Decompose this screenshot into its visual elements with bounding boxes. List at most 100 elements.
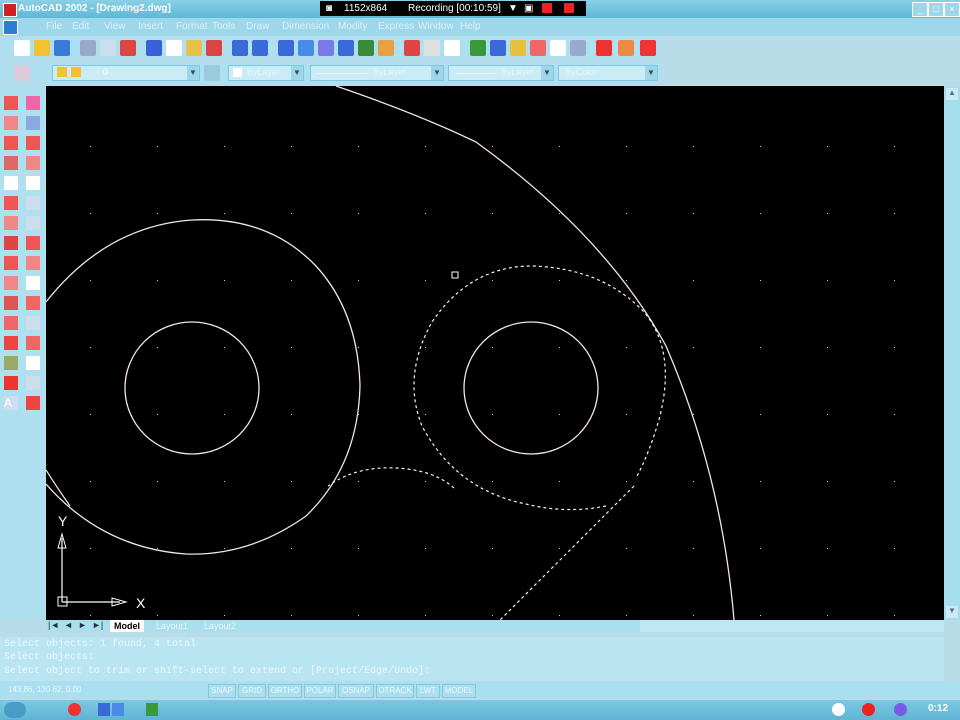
polar-toggle[interactable]: POLAR — [304, 684, 336, 698]
otrack-toggle[interactable]: OTRACK — [376, 684, 414, 698]
selected-connecting-arc[interactable] — [327, 467, 455, 489]
quicklaunch-ie-icon[interactable] — [98, 703, 110, 716]
tray-record-icon[interactable] — [862, 703, 875, 716]
open-icon[interactable] — [34, 40, 50, 56]
rectangle-icon[interactable] — [4, 196, 18, 210]
command-prompt[interactable]: Select object to trim or shift-select to… — [4, 666, 430, 677]
point-icon[interactable] — [4, 316, 18, 330]
make-block-icon[interactable] — [4, 296, 18, 310]
close-button[interactable]: × — [944, 2, 960, 17]
paste-icon[interactable] — [186, 40, 202, 56]
stop-icon[interactable] — [542, 3, 552, 13]
express-tools-icon[interactable] — [618, 40, 634, 56]
snap-toggle[interactable]: SNAP — [208, 684, 236, 698]
layer-combo[interactable]: 0 ▼ — [52, 65, 200, 81]
model-toggle[interactable]: MODEL — [442, 684, 476, 698]
command-line[interactable]: Select objects: 1 found, 4 total Select … — [0, 637, 944, 681]
menu-format[interactable]: Format — [176, 21, 208, 32]
maximize-button[interactable]: □ — [928, 2, 944, 17]
document-icon[interactable] — [3, 20, 18, 35]
offset-icon[interactable] — [26, 156, 40, 170]
zoom-window-icon[interactable] — [424, 40, 440, 56]
close-recorder-icon[interactable] — [564, 3, 574, 13]
menu-help[interactable]: Help — [460, 21, 481, 32]
snapshot-icon[interactable]: ▣ — [524, 3, 533, 14]
menu-view[interactable]: View — [104, 21, 126, 32]
quicklaunch-app-icon[interactable] — [146, 703, 158, 716]
tab-first-icon[interactable]: |◄ — [48, 620, 59, 630]
selected-tangent-line[interactable] — [499, 485, 635, 620]
region-icon[interactable] — [4, 356, 18, 370]
help-icon[interactable] — [596, 40, 612, 56]
publish-icon[interactable] — [120, 40, 136, 56]
print-icon[interactable] — [80, 40, 96, 56]
hatch-icon[interactable] — [4, 336, 18, 350]
ucs-icon[interactable] — [318, 40, 334, 56]
preview-icon[interactable] — [100, 40, 116, 56]
linetype-combo[interactable]: ByLayer ▼ — [310, 65, 444, 81]
mirror-icon[interactable] — [26, 136, 40, 150]
grid-toggle[interactable]: GRID — [238, 684, 266, 698]
design-center-icon[interactable] — [490, 40, 506, 56]
ellipse-icon[interactable] — [4, 256, 18, 270]
scale-icon[interactable] — [26, 236, 40, 250]
quicklaunch-icon[interactable] — [68, 703, 81, 716]
move-icon[interactable] — [26, 196, 40, 210]
redo-icon[interactable] — [252, 40, 268, 56]
scroll-down-icon[interactable]: ▼ — [946, 606, 958, 618]
break-icon[interactable] — [26, 316, 40, 330]
circle-icon[interactable] — [4, 176, 18, 190]
erase-icon[interactable] — [26, 96, 40, 110]
layer-manager-icon[interactable] — [14, 65, 30, 81]
properties-icon[interactable] — [470, 40, 486, 56]
spline-icon[interactable] — [4, 236, 18, 250]
menu-draw[interactable]: Draw — [246, 21, 269, 32]
menu-window[interactable]: Window — [418, 21, 454, 32]
menu-dimension[interactable]: Dimension — [282, 21, 329, 32]
join-icon[interactable] — [26, 376, 40, 390]
quickcalc-icon[interactable] — [570, 40, 586, 56]
tab-model[interactable]: Model — [110, 620, 144, 632]
tab-next-icon[interactable]: ► — [78, 620, 87, 630]
3d-orbit-icon[interactable] — [358, 40, 374, 56]
tab-layout1[interactable]: Layout1 — [152, 620, 192, 632]
coordinates-readout[interactable]: 143.86, 130.62, 0.00 — [4, 684, 208, 696]
autocad-app-icon[interactable] — [3, 3, 17, 17]
start-icon[interactable] — [4, 702, 26, 718]
markup-icon[interactable] — [550, 40, 566, 56]
left-outer-circle[interactable] — [46, 219, 361, 555]
menu-insert[interactable]: Insert — [138, 21, 163, 32]
multiline-text-icon[interactable]: A — [4, 396, 18, 410]
polyline-icon[interactable] — [4, 136, 18, 150]
save-icon[interactable] — [54, 40, 70, 56]
array-icon[interactable] — [26, 176, 40, 190]
osnap-toggle[interactable]: OSNAP — [338, 684, 374, 698]
osnap-icon[interactable] — [298, 40, 314, 56]
stretch-icon[interactable] — [26, 256, 40, 270]
plotstyle-combo[interactable]: ByColor ▼ — [558, 65, 658, 81]
zoom-previous-icon[interactable] — [444, 40, 460, 56]
cut-icon[interactable] — [146, 40, 162, 56]
construction-line-icon[interactable] — [4, 116, 18, 130]
menu-tools[interactable]: Tools — [212, 21, 235, 32]
menu-edit[interactable]: Edit — [72, 21, 89, 32]
quicklaunch-desktop-icon[interactable] — [112, 703, 124, 716]
trim-icon[interactable] — [26, 276, 40, 290]
selected-circle[interactable] — [413, 265, 666, 511]
pan-icon[interactable] — [378, 40, 394, 56]
ortho-toggle[interactable]: ORTHO — [268, 684, 302, 698]
left-inner-circle[interactable] — [124, 321, 260, 455]
tray-volume-icon[interactable] — [832, 703, 845, 716]
table-icon[interactable] — [4, 376, 18, 390]
today-icon[interactable] — [640, 40, 656, 56]
make-current-icon[interactable] — [204, 65, 220, 81]
new-icon[interactable] — [14, 40, 30, 56]
zoom-realtime-icon[interactable] — [404, 40, 420, 56]
copy-object-icon[interactable] — [26, 116, 40, 130]
line-icon[interactable] — [4, 96, 18, 110]
arc-icon[interactable] — [4, 216, 18, 230]
hyperlink-icon[interactable] — [278, 40, 294, 56]
scroll-up-icon[interactable]: ▲ — [946, 88, 958, 100]
match-properties-icon[interactable] — [206, 40, 222, 56]
menu-express[interactable]: Express — [378, 21, 414, 32]
